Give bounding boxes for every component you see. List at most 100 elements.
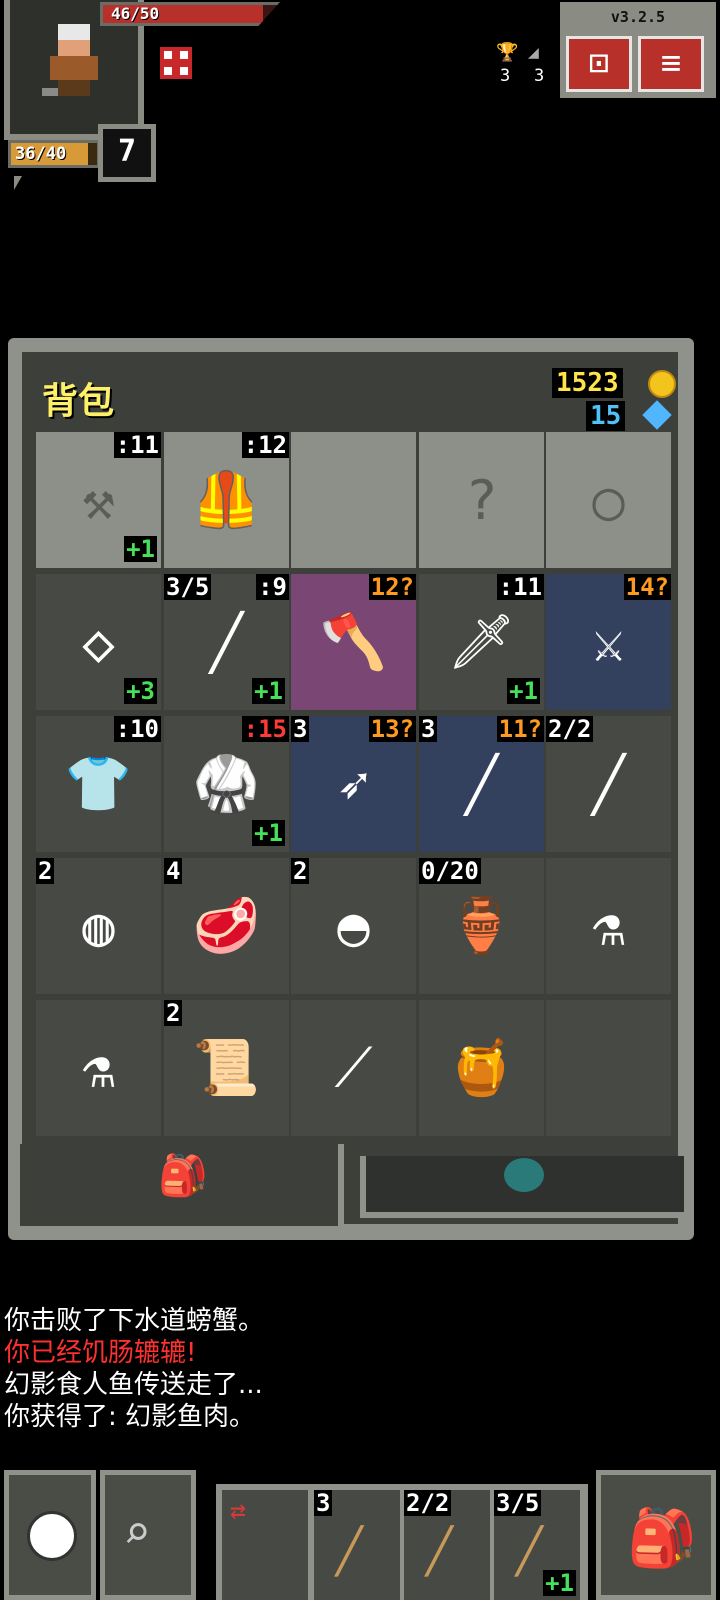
quickslot-upgrade-label: +1 — [543, 1569, 576, 1597]
clock-icon — [27, 1511, 77, 1561]
search-button[interactable]: ⌕ — [100, 1470, 196, 1600]
inventory-slot-scroll[interactable]: 📜 2 — [164, 1000, 289, 1136]
menu-icon: ≡ — [660, 43, 682, 83]
slot-quantity-label: 2/2 — [546, 716, 594, 743]
stairs-count: 3 — [534, 66, 545, 86]
inventory-slot-throwing-knives[interactable]: ╱ 3 11? — [419, 716, 544, 852]
inventory-slot-potion[interactable]: ⚗ — [546, 858, 671, 994]
slot-quantity-label: 3 — [291, 716, 310, 743]
inventory-slot-leather-armor[interactable]: 🦺 :12 — [164, 432, 289, 568]
quickslot-quantity-label: 3/5 — [494, 1489, 542, 1517]
inventory-slot-scale-armor[interactable]: 🥋:15 +1 — [164, 716, 289, 852]
slot-strength-label: :12 — [241, 432, 289, 459]
tab-pouch[interactable] — [360, 1156, 690, 1218]
hand-axe-icon: 🪓 — [319, 610, 388, 673]
log-line: 幻影食人鱼传送走了... — [4, 1370, 263, 1400]
slot-strength-label: :10 — [113, 716, 161, 743]
darts-icon: ╱ — [592, 752, 625, 816]
slot-quantity-label: 3 — [419, 716, 438, 743]
slot-upgrade-label: +3 — [124, 677, 157, 705]
inventory-slot-ring[interactable]: ◇ +3 — [36, 574, 161, 710]
empty-slot-icon — [546, 1028, 671, 1108]
slot-strength-label: :9 — [256, 574, 289, 601]
tab-backpack[interactable]: 🎒 — [14, 1144, 344, 1232]
inventory-slot-meat[interactable]: 🥩 4 — [164, 858, 289, 994]
empty-artifact-icon — [291, 460, 416, 540]
quickslot-quantity-label: 2/2 — [404, 1489, 452, 1517]
collapse-arrow-icon — [14, 176, 22, 190]
gem-count: 15 — [586, 401, 626, 431]
slot-quantity-label: 2 — [291, 858, 310, 885]
inventory-slot-honeypot[interactable]: 🍯 — [419, 1000, 544, 1136]
wand-icon: ⟋ — [334, 1036, 373, 1099]
menu-button[interactable]: ≡ — [638, 36, 704, 92]
inventory-slot-wand[interactable]: ⟋ — [291, 1000, 416, 1136]
inventory-slot-hand-axe[interactable]: 🪓 12? — [291, 574, 416, 710]
slot-upgrade-label: +1 — [124, 535, 157, 563]
pouch-tab-icon — [504, 1158, 544, 1192]
inventory-slot-shortsword[interactable]: 🗡 :11 +1 — [419, 574, 544, 710]
journal-icon: ⊡ — [588, 43, 610, 83]
inventory-slot-sickle[interactable]: ⚒:11 +1 — [36, 432, 161, 568]
trophy-icon: 🏆 — [496, 42, 519, 63]
health-text: 46/50 — [111, 4, 160, 23]
hunger-buff-icon[interactable] — [160, 47, 192, 79]
honeypot-icon: 🍯 — [447, 1036, 516, 1099]
experience-text: 36/40 — [15, 144, 67, 164]
javelins-icon: ➶ — [337, 752, 370, 816]
slot-upgrade-label: +1 — [507, 677, 540, 705]
stairs-icon: ◢ — [528, 42, 539, 63]
slot-strength-label: :11 — [496, 574, 544, 601]
empty-misc-icon: ? — [465, 468, 498, 532]
quickslot-quantity-label: 3 — [314, 1489, 333, 1517]
quickslot-knife[interactable]: ╱ 3 — [314, 1490, 400, 1600]
scimitar-icon: ⚔ — [592, 610, 625, 674]
inventory-slot-waterskin[interactable]: 🏺 0/20 — [419, 858, 544, 994]
inventory-slot-ore[interactable]: ◓ 2 — [291, 858, 416, 994]
gold-icon — [648, 370, 676, 398]
quickslot-dart[interactable]: ╱ 2/2 — [404, 1490, 490, 1600]
backpack-icon: 🎒 — [627, 1506, 697, 1571]
ore-icon: ◓ — [337, 894, 370, 958]
cloth-armor-icon: 👕 — [64, 752, 133, 815]
empty-ring-icon: ○ — [592, 468, 625, 532]
inventory-slot-cloth-armor[interactable]: 👕 :10 — [36, 716, 161, 852]
log-line: 你获得了: 幻影鱼肉。 — [4, 1402, 256, 1432]
swap-icon: ⇄ — [230, 1496, 246, 1526]
inventory-slot-scimitar[interactable]: ⚔ 14? — [546, 574, 671, 710]
inventory-slot-stones[interactable]: ◍ 2 — [36, 858, 161, 994]
inventory-button[interactable]: 🎒 — [596, 1470, 716, 1600]
slot-quantity-label: 3/5 — [164, 574, 212, 601]
potion-icon: ⚗ — [592, 894, 625, 958]
inventory-slot-darts[interactable]: ╱ 2/2 — [546, 716, 671, 852]
throwing-knives-icon: ╱ — [465, 752, 498, 816]
quickslot-item-icon: ╱ — [336, 1526, 363, 1577]
scroll-icon: 📜 — [192, 1036, 261, 1099]
wait-button[interactable] — [4, 1470, 96, 1600]
inventory-slot-empty-artifact[interactable] — [291, 432, 416, 568]
inventory-slot-empty-slot[interactable] — [546, 1000, 671, 1136]
slot-upgrade-label: +1 — [252, 819, 285, 847]
slot-strength-label: 14? — [623, 574, 671, 601]
inventory-slot-staff[interactable]: ╱ 3/5:9 +1 — [164, 574, 289, 710]
ring-icon: ◇ — [82, 610, 115, 674]
inventory-slot-empty-misc[interactable]: ? — [419, 432, 544, 568]
depth-indicator[interactable]: 7 — [98, 124, 156, 182]
magnifier-icon: ⌕ — [123, 1505, 151, 1559]
shortsword-icon: 🗡 — [447, 610, 516, 673]
inventory-slot-empty-flask[interactable]: ⚗ — [36, 1000, 161, 1136]
stones-icon: ◍ — [82, 894, 115, 958]
slot-quantity-label: 0/20 — [419, 858, 481, 885]
meat-icon: 🥩 — [192, 894, 261, 957]
slot-strength-label: 12? — [368, 574, 416, 601]
leather-armor-icon: 🦺 — [192, 468, 261, 531]
inventory-slot-javelins[interactable]: ➶ 3 13? — [291, 716, 416, 852]
swap-button[interactable]: ⇄ — [222, 1490, 308, 1600]
quickslot-staff[interactable]: ╱ 3/5 +1 — [494, 1490, 580, 1600]
waterskin-icon: 🏺 — [447, 894, 516, 957]
inventory-slot-empty-ring[interactable]: ○ — [546, 432, 671, 568]
slot-upgrade-label: +1 — [252, 677, 285, 705]
quickslot-item-icon: ╱ — [426, 1526, 453, 1577]
journal-button[interactable]: ⊡ — [566, 36, 632, 92]
slot-strength-label: 11? — [496, 716, 544, 743]
